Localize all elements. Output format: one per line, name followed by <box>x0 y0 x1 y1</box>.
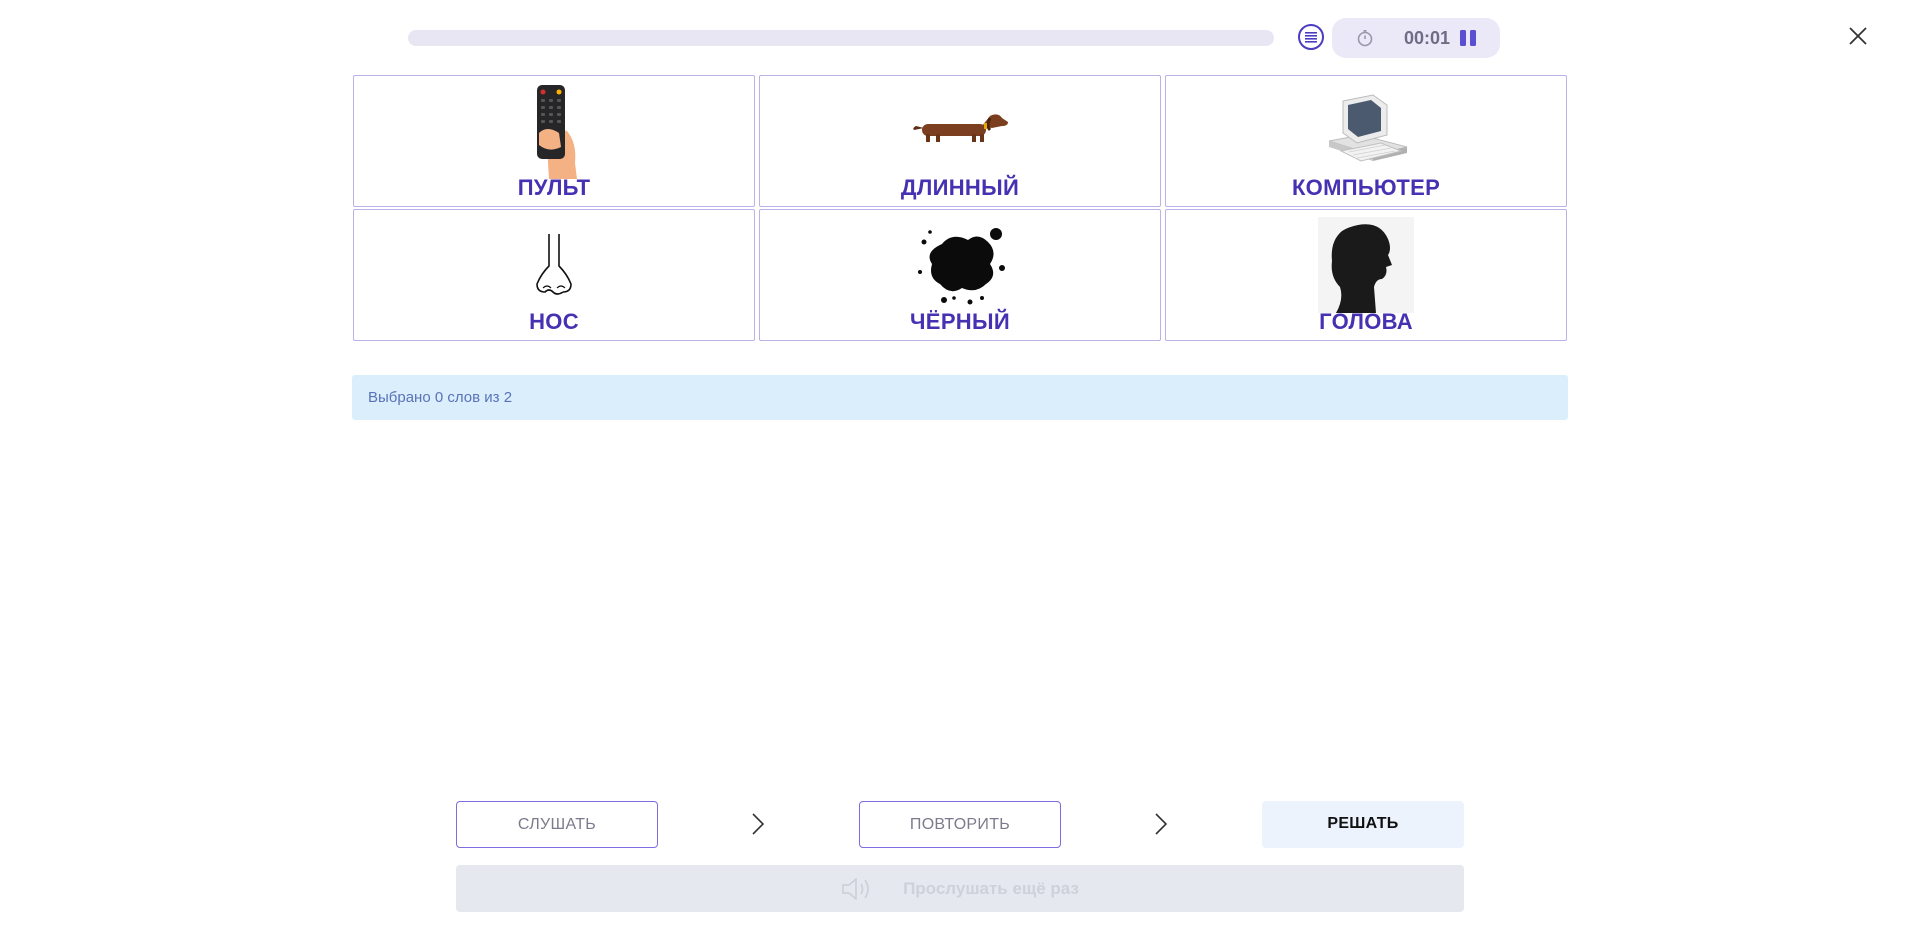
word-card-long[interactable]: ДЛИННЫЙ <box>759 75 1161 207</box>
task-list-button[interactable] <box>1298 24 1324 50</box>
ink-blot-icon <box>918 228 1005 305</box>
word-card-head[interactable]: ГОЛОВА <box>1165 209 1567 341</box>
nose-icon <box>536 234 572 295</box>
word-card-remote[interactable]: ПУЛЬТ <box>353 75 755 207</box>
word-card-nose[interactable]: НОС <box>353 209 755 341</box>
word-card-computer[interactable]: КОМПЬЮТЕР <box>1165 75 1567 207</box>
selection-status: Выбрано 0 слов из 2 <box>352 375 1568 420</box>
listen-button[interactable]: СЛУШАТЬ <box>456 801 658 848</box>
timer-value: 00:01 <box>1403 28 1451 48</box>
repeat-button[interactable]: ПОВТОРИТЬ <box>859 801 1061 848</box>
card-word: КОМПЬЮТЕР <box>1291 175 1441 200</box>
card-word: ЧЁРНЫЙ <box>910 309 1010 334</box>
card-word: ГОЛОВА <box>1319 309 1413 334</box>
remote-control-icon <box>537 85 577 179</box>
replay-label: Прослушать ещё раз <box>903 878 1079 898</box>
replay-button[interactable]: Прослушать ещё раз <box>456 865 1464 912</box>
head-silhouette-icon <box>1318 217 1414 313</box>
chevron-right-icon <box>1155 813 1168 835</box>
list-icon <box>1305 32 1317 43</box>
timer: 00:01 <box>1332 18 1500 58</box>
progress-bar <box>408 30 1274 46</box>
dachshund-icon <box>913 114 1008 142</box>
card-word: НОС <box>529 309 579 334</box>
computer-icon <box>1328 94 1408 162</box>
card-word: ДЛИННЫЙ <box>900 175 1020 200</box>
pause-icon[interactable] <box>1458 28 1478 48</box>
speaker-icon <box>842 877 869 900</box>
close-icon[interactable] <box>1846 24 1870 48</box>
stopwatch-icon <box>1357 30 1373 47</box>
card-word: ПУЛЬТ <box>517 175 591 200</box>
word-grid: ПУЛЬТ ДЛИННЫЙ КОМПЬЮТЕР НОС ЧЁРНЫЙ ГОЛОВ… <box>353 75 1567 341</box>
solve-button[interactable]: РЕШАТЬ <box>1262 801 1464 848</box>
chevron-right-icon <box>752 813 765 835</box>
word-card-black[interactable]: ЧЁРНЫЙ <box>759 209 1161 341</box>
